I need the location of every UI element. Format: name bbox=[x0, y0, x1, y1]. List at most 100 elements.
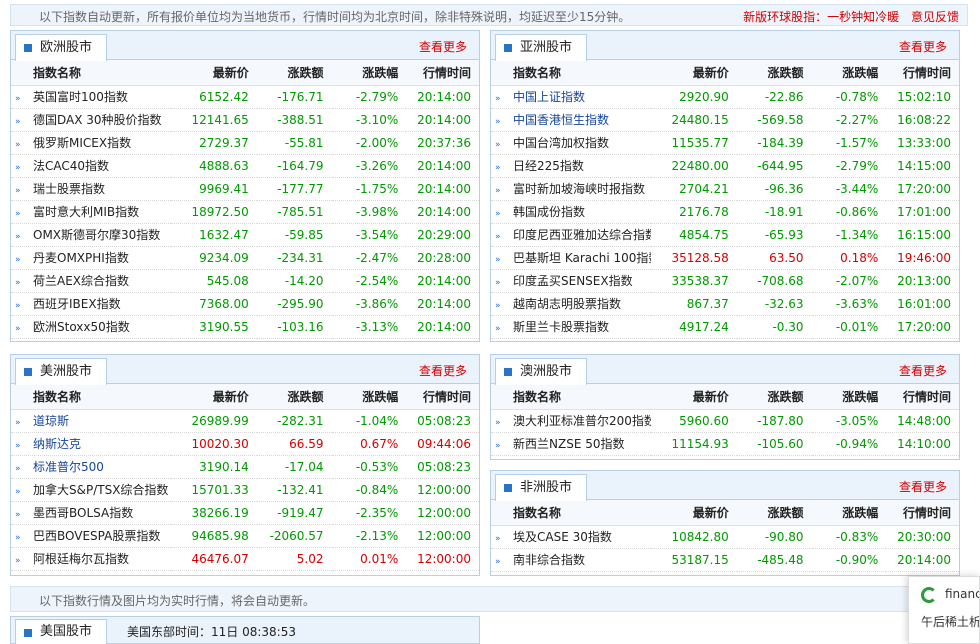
index-name[interactable]: » 斯里兰卡股票指数 bbox=[491, 315, 652, 339]
index-name[interactable]: » OMX斯德哥尔摩30指数 bbox=[11, 223, 172, 247]
index-name-text[interactable]: 荷兰AEX综合指数 bbox=[33, 274, 129, 288]
table-row[interactable]: » 英国富时100指数 6152.42 -176.71 -2.79% 20:14:00 bbox=[11, 85, 479, 109]
index-name[interactable]: » 英国富时100指数 bbox=[11, 85, 172, 109]
table-row[interactable]: » 巴西BOVESPA股票指数 94685.98 -2060.57 -2.13% 12:0… bbox=[11, 524, 479, 548]
index-name-text[interactable]: 标准普尔500 bbox=[33, 460, 104, 474]
index-name[interactable]: » 富时意大利MIB指数 bbox=[11, 200, 172, 224]
index-name-text[interactable]: 俄罗斯MICEX指数 bbox=[33, 136, 131, 150]
table-row[interactable]: » 欧洲Stoxx50指数 3190.55 -103.16 -3.13% 20:14:00 bbox=[11, 315, 479, 339]
panel-tab[interactable]: 澳洲股市 bbox=[495, 358, 588, 385]
table-row[interactable]: » 西班牙IBEX指数 7368.00 -295.90 -3.86% 20:14:00 bbox=[11, 292, 479, 316]
view-more-link[interactable]: 查看更多 bbox=[899, 38, 947, 55]
index-name-text[interactable]: 印度孟买SENSEX指数 bbox=[513, 274, 633, 288]
table-row[interactable]: » 墨西哥BOLSA指数 38266.19 -919.47 -2.35% 12:00:00 bbox=[11, 501, 479, 525]
index-name[interactable]: » 印度孟买SENSEX指数 bbox=[491, 269, 652, 293]
index-name[interactable]: » 澳大利亚标准普尔200指数 bbox=[491, 409, 652, 433]
table-row[interactable]: » 中国台湾加权指数 11535.77 -184.39 -1.57% 13:33:00 bbox=[491, 131, 959, 155]
index-name-text[interactable]: 道琼斯 bbox=[33, 414, 69, 428]
view-more-link[interactable]: 查看更多 bbox=[419, 38, 467, 55]
index-name-text[interactable]: 新西兰NZSE 50指数 bbox=[513, 437, 624, 451]
index-name-text[interactable]: 德国DAX 30种股价指数 bbox=[33, 113, 162, 127]
index-name[interactable]: » 德国DAX 30种股价指数 bbox=[11, 108, 172, 132]
table-row[interactable]: » 阿根廷梅尔瓦指数 46476.07 5.02 0.01% 12:00:00 bbox=[11, 547, 479, 571]
table-row[interactable]: » 纳斯达克 10020.30 66.59 0.67% 09:44:06 bbox=[11, 432, 479, 456]
view-more-link[interactable]: 查看更多 bbox=[899, 478, 947, 495]
index-name[interactable]: » 日经225指数 bbox=[491, 154, 652, 178]
table-row[interactable]: » 瑞士股票指数 9969.41 -177.77 -1.75% 20:14:00 bbox=[11, 177, 479, 201]
index-name[interactable]: » 新西兰NZSE 50指数 bbox=[491, 432, 652, 456]
table-row[interactable]: » 南非综合指数 53187.15 -485.48 -0.90% 20:14:00 bbox=[491, 548, 959, 572]
table-row[interactable]: » 越南胡志明股票指数 867.37 -32.63 -3.63% 16:01:00 bbox=[491, 292, 959, 316]
panel-tab[interactable]: 美洲股市 bbox=[15, 358, 108, 385]
index-name-text[interactable]: 埃及CASE 30指数 bbox=[513, 530, 612, 544]
index-name[interactable]: » 越南胡志明股票指数 bbox=[491, 292, 652, 316]
index-name[interactable]: » 加拿大S&P/TSX综合指数 bbox=[11, 478, 172, 502]
table-row[interactable]: » 加拿大S&P/TSX综合指数 15701.33 -132.41 -0.84% 12:0… bbox=[11, 478, 479, 502]
index-name-text[interactable]: 纳斯达克 bbox=[33, 437, 81, 451]
table-row[interactable]: » 新西兰NZSE 50指数 11154.93 -105.60 -0.94% 14:10:… bbox=[491, 432, 959, 456]
index-name-text[interactable]: 澳大利亚标准普尔200指数 bbox=[513, 414, 651, 428]
index-name-text[interactable]: 欧洲Stoxx50指数 bbox=[33, 320, 130, 334]
index-name[interactable]: » 韩国成份指数 bbox=[491, 200, 652, 224]
index-name-text[interactable]: 韩国成份指数 bbox=[513, 205, 585, 219]
index-name[interactable]: » 丹麦OMXPHI指数 bbox=[11, 246, 172, 270]
index-name[interactable]: » 荷兰AEX综合指数 bbox=[11, 269, 172, 293]
index-name[interactable]: » 俄罗斯MICEX指数 bbox=[11, 131, 172, 155]
table-row[interactable]: » 荷兰AEX综合指数 545.08 -14.20 -2.54% 20:14:00 bbox=[11, 269, 479, 293]
index-name[interactable]: » 埃及CASE 30指数 bbox=[491, 525, 652, 549]
index-name[interactable]: » 欧洲Stoxx50指数 bbox=[11, 315, 172, 339]
table-row[interactable]: » 俄罗斯MICEX指数 2729.37 -55.81 -2.00% 20:37:36 bbox=[11, 131, 479, 155]
index-name-text[interactable]: 巴西BOVESPA股票指数 bbox=[33, 529, 160, 543]
table-row[interactable]: » 澳大利亚标准普尔200指数 5960.60 -187.80 -3.05% 14:48:… bbox=[491, 409, 959, 433]
table-row[interactable]: » 德国DAX 30种股价指数 12141.65 -388.51 -3.10% 20:14… bbox=[11, 108, 479, 132]
index-name[interactable]: » 瑞士股票指数 bbox=[11, 177, 172, 201]
index-name-text[interactable]: 中国台湾加权指数 bbox=[513, 136, 609, 150]
index-name[interactable]: » 中国香港恒生指数 bbox=[491, 108, 652, 132]
index-name-text[interactable]: 印度尼西亚雅加达综合指数 bbox=[513, 228, 651, 242]
index-name[interactable]: » 巴基斯坦 Karachi 100指数 bbox=[491, 246, 652, 270]
table-row[interactable]: » 丹麦OMXPHI指数 9234.09 -234.31 -2.47% 20:28:00 bbox=[11, 246, 479, 270]
table-row[interactable]: » 中国香港恒生指数 24480.15 -569.58 -2.27% 16:08:22 bbox=[491, 108, 959, 132]
table-row[interactable]: » 日经225指数 22480.00 -644.95 -2.79% 14:15:00 bbox=[491, 154, 959, 178]
panel-tab[interactable]: 非洲股市 bbox=[495, 474, 588, 501]
index-name[interactable]: » 道琼斯 bbox=[11, 409, 172, 433]
view-more-link[interactable]: 查看更多 bbox=[419, 362, 467, 379]
index-name-text[interactable]: OMX斯德哥尔摩30指数 bbox=[33, 228, 160, 242]
index-name-text[interactable]: 中国香港恒生指数 bbox=[513, 113, 609, 127]
panel-tab[interactable]: 美国股市 bbox=[15, 619, 108, 644]
index-name[interactable]: » 法CAC40指数 bbox=[11, 154, 172, 178]
news-popup[interactable]: financ 午后稀土析 bbox=[908, 576, 980, 644]
table-row[interactable]: » 印度尼西亚雅加达综合指数 4854.75 -65.93 -1.34% 16:15:00 bbox=[491, 223, 959, 247]
table-row[interactable]: » 富时新加坡海峡时报指数 2704.21 -96.36 -3.44% 17:20:00 bbox=[491, 177, 959, 201]
table-row[interactable]: » 韩国成份指数 2176.78 -18.91 -0.86% 17:01:00 bbox=[491, 200, 959, 224]
index-name[interactable]: » 巴西BOVESPA股票指数 bbox=[11, 524, 172, 548]
table-row[interactable]: » 巴基斯坦 Karachi 100指数 35128.58 63.50 0.18% 19:… bbox=[491, 246, 959, 270]
index-name[interactable]: » 阿根廷梅尔瓦指数 bbox=[11, 547, 172, 571]
index-name-text[interactable]: 越南胡志明股票指数 bbox=[513, 297, 621, 311]
index-name-text[interactable]: 加拿大S&P/TSX综合指数 bbox=[33, 483, 168, 497]
index-name-text[interactable]: 法CAC40指数 bbox=[33, 159, 109, 173]
index-name[interactable]: » 纳斯达克 bbox=[11, 432, 172, 456]
index-name[interactable]: » 富时新加坡海峡时报指数 bbox=[491, 177, 652, 201]
feedback-link[interactable]: 意见反馈 bbox=[911, 10, 959, 24]
index-name[interactable]: » 标准普尔500 bbox=[11, 455, 172, 479]
index-name-text[interactable]: 丹麦OMXPHI指数 bbox=[33, 251, 129, 265]
table-row[interactable]: » OMX斯德哥尔摩30指数 1632.47 -59.85 -3.54% 20:29:00 bbox=[11, 223, 479, 247]
index-name-text[interactable]: 西班牙IBEX指数 bbox=[33, 297, 121, 311]
index-name-text[interactable]: 阿根廷梅尔瓦指数 bbox=[33, 552, 129, 566]
table-row[interactable]: » 斯里兰卡股票指数 4917.24 -0.30 -0.01% 17:20:00 bbox=[491, 315, 959, 339]
index-name[interactable]: » 中国台湾加权指数 bbox=[491, 131, 652, 155]
index-name-text[interactable]: 富时新加坡海峡时报指数 bbox=[513, 182, 645, 196]
popup-headline[interactable]: 午后稀土析 bbox=[921, 613, 979, 630]
index-name-text[interactable]: 英国富时100指数 bbox=[33, 90, 128, 104]
table-row[interactable]: » 法CAC40指数 4888.63 -164.79 -3.26% 20:14:00 bbox=[11, 154, 479, 178]
panel-tab[interactable]: 亚洲股市 bbox=[495, 34, 588, 61]
table-row[interactable]: » 埃及CASE 30指数 10842.80 -90.80 -0.83% 20:30:00 bbox=[491, 525, 959, 549]
index-name[interactable]: » 中国上证指数 bbox=[491, 85, 652, 109]
view-more-link[interactable]: 查看更多 bbox=[899, 362, 947, 379]
index-name-text[interactable]: 斯里兰卡股票指数 bbox=[513, 320, 609, 334]
index-name-text[interactable]: 日经225指数 bbox=[513, 159, 584, 173]
index-name[interactable]: » 南非综合指数 bbox=[491, 548, 652, 572]
index-name-text[interactable]: 巴基斯坦 Karachi 100指数 bbox=[513, 251, 651, 265]
table-row[interactable]: » 标准普尔500 3190.14 -17.04 -0.53% 05:08:23 bbox=[11, 455, 479, 479]
